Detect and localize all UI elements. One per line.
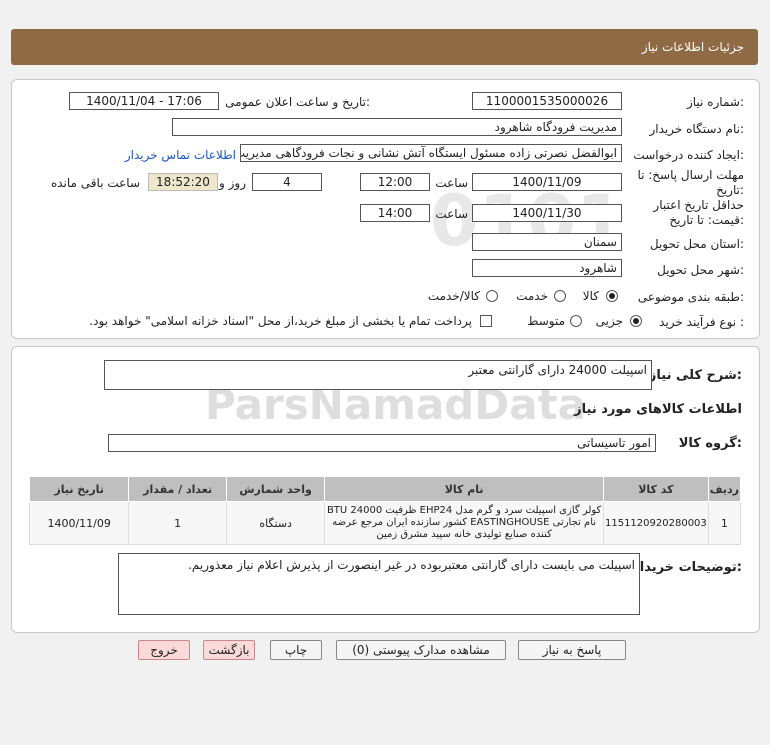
print-button[interactable]: چاپ (270, 640, 322, 660)
col-row: ردیف (707, 476, 742, 502)
announce-datetime-label: تاریخ و ساعت اعلان عمومی: (225, 95, 370, 109)
buyer-notes-field: اسپیلت می بایست دارای گارانتی معتبربوده … (118, 553, 640, 615)
process-option-medium: متوسط (527, 314, 565, 328)
need-number-field: 1100001535000026 (472, 92, 622, 110)
province-field: سمنان (472, 233, 622, 251)
col-date: تاریخ نیاز (28, 476, 130, 502)
province-label: استان محل تحویل: (649, 237, 744, 251)
remaining-label: ساعت باقی مانده (50, 176, 140, 190)
col-name: نام کالا (324, 476, 604, 502)
city-field: شاهرود (472, 259, 622, 277)
goods-info-title: اطلاعات کالاهای مورد نیاز (574, 402, 742, 417)
process-option-minor: جزیی (595, 314, 623, 328)
buyer-contact-link[interactable]: اطلاعات تماس خریدار (125, 148, 236, 162)
remaining-days-field: 4 (252, 173, 322, 191)
reply-deadline-label: مهلت ارسال پاسخ: تا تاریخ: (637, 168, 744, 198)
remaining-time-field: 18:52:20 (148, 173, 218, 191)
goods-table-header: ردیف کد کالا نام کالا واحد شمارش تعداد /… (28, 476, 742, 502)
need-summary-label: شرح کلی نیاز: (648, 368, 742, 383)
process-radio-minor[interactable] (630, 315, 642, 327)
reply-deadline-label-line1: مهلت ارسال پاسخ: تا (637, 168, 744, 182)
exit-button[interactable]: خروج (138, 640, 190, 660)
reply-button[interactable]: پاسخ به نیاز (518, 640, 626, 660)
goods-table: ردیف کد کالا نام کالا واحد شمارش تعداد /… (28, 476, 742, 545)
category-label: طبقه بندی موضوعی: (637, 290, 744, 304)
category-option-both: کالا/خدمت (427, 289, 480, 303)
cell-row: 1 (707, 501, 742, 545)
days-label: روز و (219, 176, 246, 190)
page-title: جزئیات اطلاعات نیاز (641, 40, 744, 54)
cell-name: کولر گازی اسپیلت سرد و گرم مدل EHP24 ظرف… (324, 501, 604, 545)
goods-group-label: گروه کالا: (678, 436, 742, 451)
process-radio-medium[interactable] (570, 315, 582, 327)
category-radio-both[interactable] (486, 290, 498, 302)
reply-time-label: ساعت (435, 176, 468, 190)
category-option-service: خدمت (516, 289, 548, 303)
cell-qty: 1 (128, 501, 227, 545)
reply-time-field: 12:00 (360, 173, 430, 191)
cell-date: 1400/11/09 (28, 501, 130, 545)
validity-time-field: 14:00 (360, 204, 430, 222)
col-code: کد کالا (602, 476, 709, 502)
table-row: 1 1151120920280003 کولر گازی اسپیلت سرد … (28, 501, 742, 545)
back-button[interactable]: بازگشت (203, 640, 255, 660)
category-option-goods: کالا (582, 289, 599, 303)
need-summary-field: اسپیلت 24000 دارای گارانتی معتبر (104, 360, 652, 390)
validity-label-line1: حداقل تاریخ اعتبار (653, 198, 744, 212)
category-radio-goods[interactable] (606, 290, 618, 302)
page-header: جزئیات اطلاعات نیاز (11, 29, 758, 65)
announce-datetime-field: 1400/11/04 - 17:06 (69, 92, 219, 110)
goods-group-field: امور تاسیساتی (108, 434, 656, 452)
city-label: شهر محل تحویل: (657, 263, 744, 277)
creator-field: ابوالفضل نصرتی زاده مسئول ایستگاه آتش نش… (240, 144, 622, 162)
validity-label: حداقل تاریخ اعتبار قیمت: تا تاریخ: (653, 198, 744, 228)
validity-date-field: 1400/11/30 (472, 204, 622, 222)
buyer-org-field: مدیریت فرودگاه شاهرود (172, 118, 622, 136)
reply-deadline-label-line2: تاریخ: (716, 183, 744, 197)
cell-code: 1151120920280003 (602, 501, 709, 545)
buyer-notes-label: توضیحات خریدار: (632, 560, 742, 575)
col-unit: واحد شمارش (225, 476, 326, 502)
reply-date-field: 1400/11/09 (472, 173, 622, 191)
category-radio-service[interactable] (554, 290, 566, 302)
need-number-label: شماره نیاز: (686, 95, 744, 109)
view-attachments-button[interactable]: مشاهده مدارک پیوستی (0) (336, 640, 506, 660)
validity-time-label: ساعت (435, 207, 468, 221)
treasury-payment-checkbox[interactable] (480, 315, 492, 327)
creator-label: ایجاد کننده درخواست: (633, 148, 744, 162)
validity-label-line2: قیمت: تا تاریخ: (669, 213, 744, 227)
process-label: نوع فرآیند خرید : (659, 315, 744, 329)
col-qty: تعداد / مقدار (128, 476, 227, 502)
buyer-org-label: نام دستگاه خریدار: (649, 122, 745, 136)
cell-unit: دستگاه (225, 501, 326, 545)
treasury-payment-note: پرداخت تمام یا بخشی از مبلغ خرید،از محل … (89, 314, 472, 328)
